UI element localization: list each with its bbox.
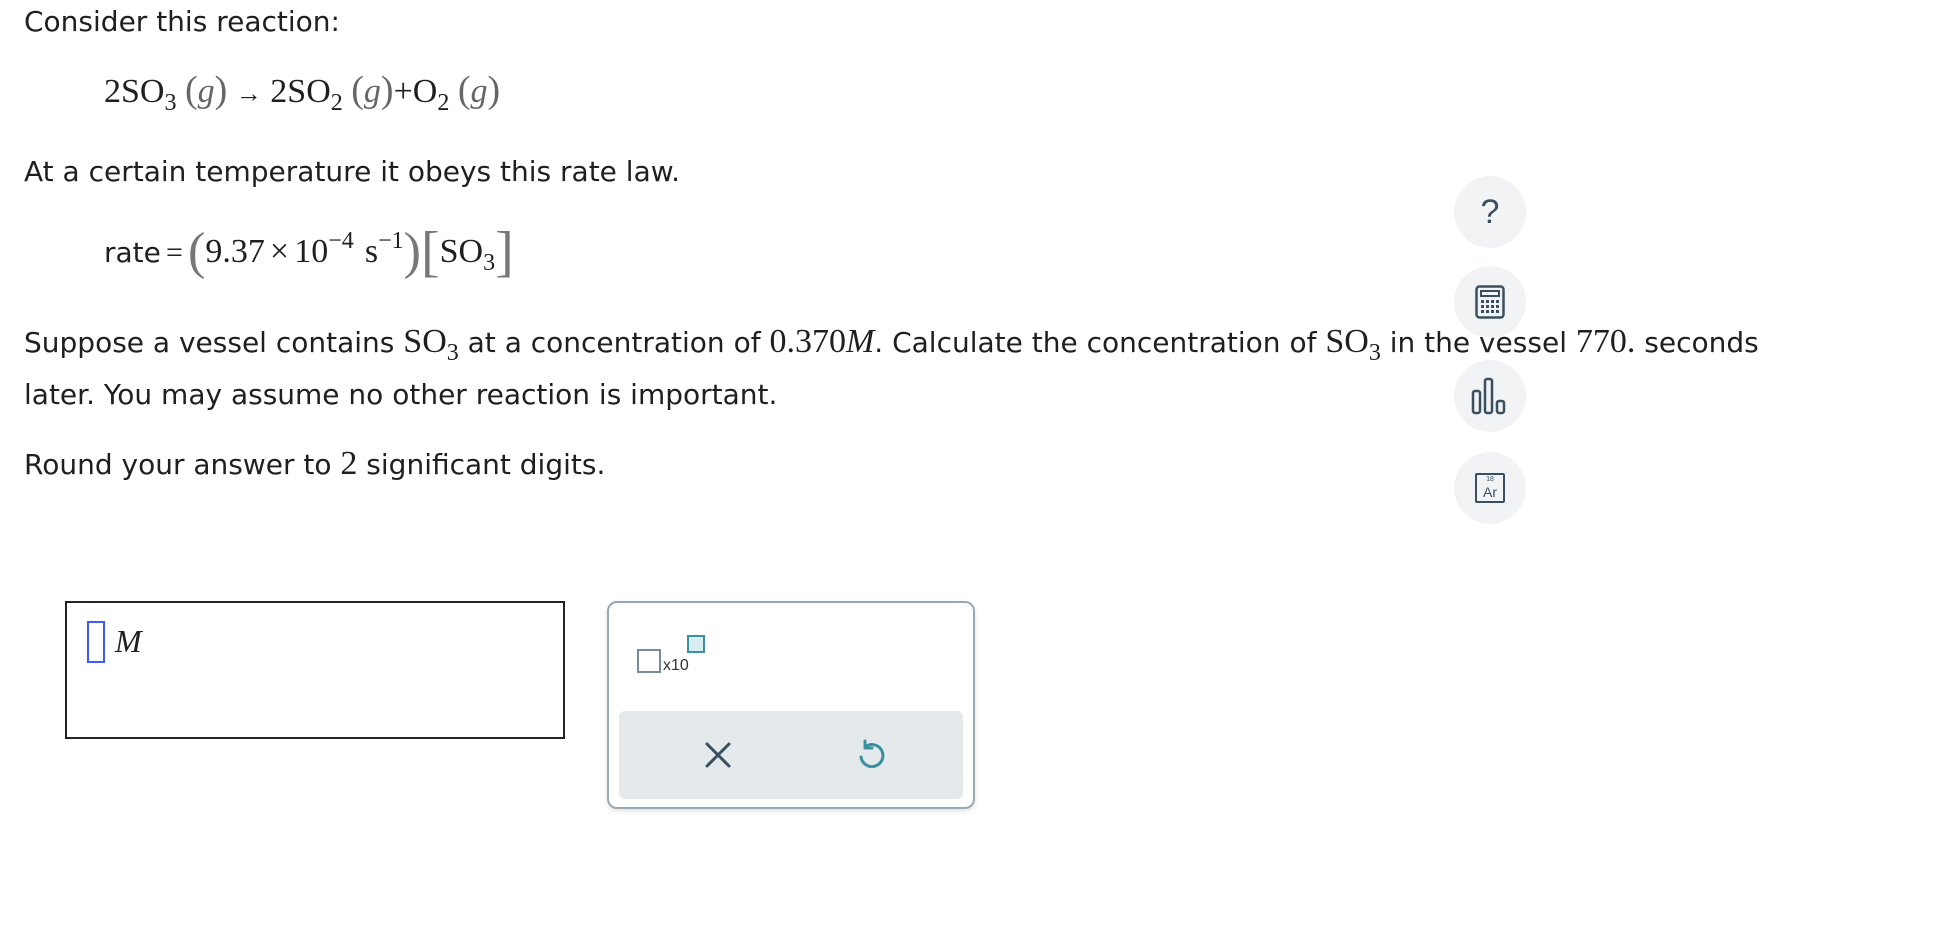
plus-sign: + xyxy=(393,73,413,110)
sci-exponent-box xyxy=(687,635,705,653)
palette-action-bar xyxy=(619,711,963,799)
question-species-2: SO xyxy=(1325,323,1369,360)
undo-button[interactable] xyxy=(847,731,895,779)
reactant-sub: 3 xyxy=(164,90,177,116)
question-part3: . Calculate the concentration of xyxy=(874,326,1326,359)
question-line-2: later. You may assume no other reaction … xyxy=(24,378,778,411)
calculator-icon xyxy=(1475,285,1505,319)
product2-phase: g xyxy=(470,73,488,110)
rate-unit: s xyxy=(364,233,379,270)
rate-unit-exponent: −1 xyxy=(378,228,404,254)
reactant-phase: g xyxy=(197,73,215,110)
product2-sub: 2 xyxy=(437,90,450,116)
rate-species: SO xyxy=(439,233,484,270)
reaction-equation: 2SO3 (g) → 2SO2 (g)+O2 (g) xyxy=(104,69,501,116)
rate-species-sub: 3 xyxy=(483,250,496,276)
math-palette: x10 xyxy=(607,601,975,809)
rate-constant-exponent: −4 xyxy=(328,228,354,254)
periodic-table-icon: 18 Ar xyxy=(1475,473,1505,503)
product1-phase: g xyxy=(363,73,381,110)
product1-sub: 2 xyxy=(330,90,343,116)
rounding-part1: Round your answer to xyxy=(24,448,341,481)
answer-unit: M xyxy=(115,623,142,659)
question-species-sub-2: 3 xyxy=(1368,340,1381,366)
question-part1: Suppose a vessel contains xyxy=(24,326,404,359)
product1-species: SO xyxy=(287,73,331,110)
rounding-part2: significant digits. xyxy=(357,448,606,481)
concentration-unit: M xyxy=(845,323,875,360)
sig-digits: 2 xyxy=(340,445,358,482)
bar-chart-icon xyxy=(1471,377,1506,415)
help-button[interactable]: ? xyxy=(1454,176,1526,248)
rate-label: rate xyxy=(104,236,161,269)
undo-icon xyxy=(859,739,885,769)
answer-input-box[interactable]: M xyxy=(65,601,565,739)
product2-species: O xyxy=(412,73,438,110)
product1-coef: 2 xyxy=(270,73,288,110)
intro-text: Consider this reaction: xyxy=(24,5,340,38)
rate-law: rate = (9.37 × 10−4 s−1)[SO3] xyxy=(104,221,514,283)
periodic-table-button[interactable]: 18 Ar xyxy=(1454,452,1526,524)
sci-x10-label: x10 xyxy=(663,657,689,674)
times-sign: × xyxy=(269,233,290,270)
elapsed-time: 770. xyxy=(1575,323,1636,360)
periodic-number: 18 xyxy=(1486,476,1494,483)
question-part2: at a concentration of xyxy=(458,326,770,359)
question-species-1: SO xyxy=(403,323,447,360)
reaction-arrow: → xyxy=(235,79,262,108)
answer-input-field[interactable] xyxy=(87,621,105,663)
scientific-notation-button[interactable]: x10 xyxy=(637,635,709,687)
clear-button[interactable] xyxy=(694,731,742,779)
question-part5: seconds xyxy=(1635,326,1759,359)
reactant-species: SO xyxy=(121,73,165,110)
rounding-instruction: Round your answer to 2 significant digit… xyxy=(24,446,605,483)
close-icon xyxy=(705,742,731,768)
question-species-sub-1: 3 xyxy=(446,340,459,366)
periodic-symbol: Ar xyxy=(1483,484,1497,500)
calculator-button[interactable] xyxy=(1454,266,1526,338)
rate-equals: = xyxy=(165,236,183,269)
ten-base: 10 xyxy=(294,233,329,270)
sci-base-box xyxy=(637,649,661,673)
rate-constant-mantissa: 9.37 xyxy=(205,233,265,270)
data-chart-button[interactable] xyxy=(1454,360,1526,432)
rate-intro-text: At a certain temperature it obeys this r… xyxy=(24,155,680,188)
initial-concentration: 0.370 xyxy=(769,323,846,360)
reactant-coef: 2 xyxy=(104,73,121,110)
help-icon: ? xyxy=(1480,192,1500,231)
